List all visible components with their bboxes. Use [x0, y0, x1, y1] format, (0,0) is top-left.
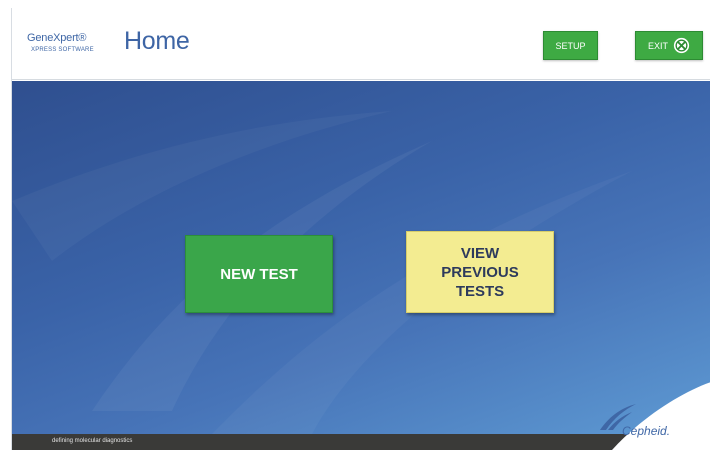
app-window: GeneXpert® XPRESS SOFTWARE Home SETUP EX… [11, 8, 710, 450]
page-title: Home [124, 27, 190, 55]
close-circle-icon [673, 37, 690, 54]
genexpert-logo: GeneXpert® XPRESS SOFTWARE [27, 30, 131, 64]
logo-subtitle: XPRESS SOFTWARE [31, 47, 94, 53]
new-test-label: NEW TEST [220, 265, 298, 283]
cepheid-wordmark: Cepheid. [622, 424, 671, 438]
view-previous-tests-label: VIEW PREVIOUS TESTS [441, 244, 519, 300]
setup-button-label: SETUP [555, 40, 586, 51]
exit-button-label: EXIT [647, 40, 668, 51]
logo-name: GeneXpert® [27, 32, 87, 44]
header-bar: GeneXpert® XPRESS SOFTWARE Home SETUP EX… [12, 8, 710, 80]
footer-tagline: defining molecular diagnostics [52, 438, 133, 444]
new-test-button[interactable]: NEW TEST [185, 235, 333, 313]
logo-corner-shape [612, 382, 710, 450]
setup-button[interactable]: SETUP [543, 31, 598, 60]
view-previous-tests-button[interactable]: VIEW PREVIOUS TESTS [406, 231, 554, 313]
cepheid-logo: Cepheid. [572, 382, 710, 450]
exit-button[interactable]: EXIT [635, 31, 703, 60]
